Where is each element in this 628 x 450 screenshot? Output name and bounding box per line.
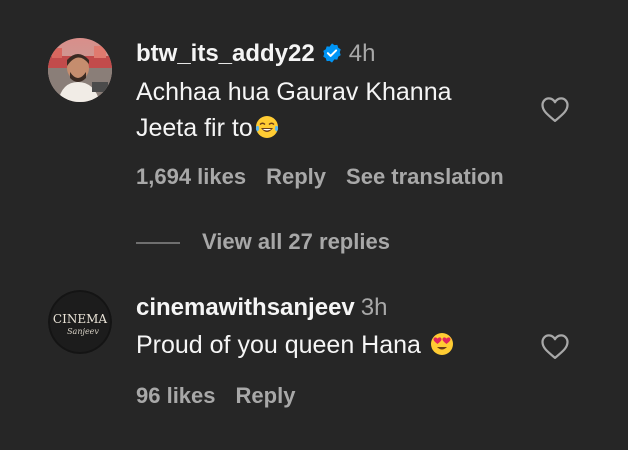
comment-text-fragment: Jeeta fir to — [136, 114, 253, 142]
verified-badge-icon — [323, 43, 341, 63]
avatar-image — [48, 38, 112, 102]
comment-text-line-2: Jeeta fir to — [136, 110, 516, 146]
view-replies-label[interactable]: View all 27 replies — [202, 229, 390, 254]
comment-text: Achhaa hua Gaurav Khanna Jeeta fir to — [136, 74, 516, 146]
avatar[interactable]: CINEMA Sanjeev — [48, 290, 112, 354]
likes-count[interactable]: 96 likes — [136, 383, 216, 408]
avatar-image: CINEMA Sanjeev — [48, 290, 112, 354]
avatar-brand-subtext: Sanjeev — [67, 327, 99, 336]
username-link[interactable]: cinemawithsanjeev — [136, 294, 355, 321]
comment-timestamp: 3h — [360, 294, 388, 321]
reply-button[interactable]: Reply — [266, 164, 326, 189]
like-heart-icon[interactable] — [540, 95, 570, 123]
comment-actions: 1,694 likes Reply See translation — [136, 164, 524, 190]
tears-of-joy-emoji-icon — [255, 116, 278, 138]
comment-actions: 96 likes Reply — [136, 383, 315, 409]
avatar[interactable] — [48, 38, 112, 102]
view-replies-button[interactable]: View all 27 replies — [136, 229, 390, 255]
reply-button[interactable]: Reply — [236, 383, 296, 408]
comment-username[interactable]: cinemawithsanjeev 3h — [136, 294, 387, 322]
comment-text-line: Achhaa hua Gaurav Khanna — [136, 78, 452, 106]
replies-divider — [136, 242, 180, 245]
comments-panel: btw_its_addy22 4h Achhaa hua Gaurav Khan… — [0, 0, 628, 450]
comment-text-fragment: Proud of you queen Hana — [136, 331, 421, 359]
comment-text: Proud of you queen Hana — [136, 327, 516, 363]
avatar-brand-text: CINEMA — [53, 312, 107, 326]
heart-eyes-emoji-icon — [430, 333, 453, 355]
see-translation-button[interactable]: See translation — [346, 164, 504, 189]
like-heart-icon[interactable] — [540, 332, 570, 360]
comment-timestamp: 4h — [348, 40, 376, 67]
likes-count[interactable]: 1,694 likes — [136, 164, 246, 189]
comment-username[interactable]: btw_its_addy22 4h — [136, 40, 375, 68]
username-link[interactable]: btw_its_addy22 — [136, 40, 315, 67]
